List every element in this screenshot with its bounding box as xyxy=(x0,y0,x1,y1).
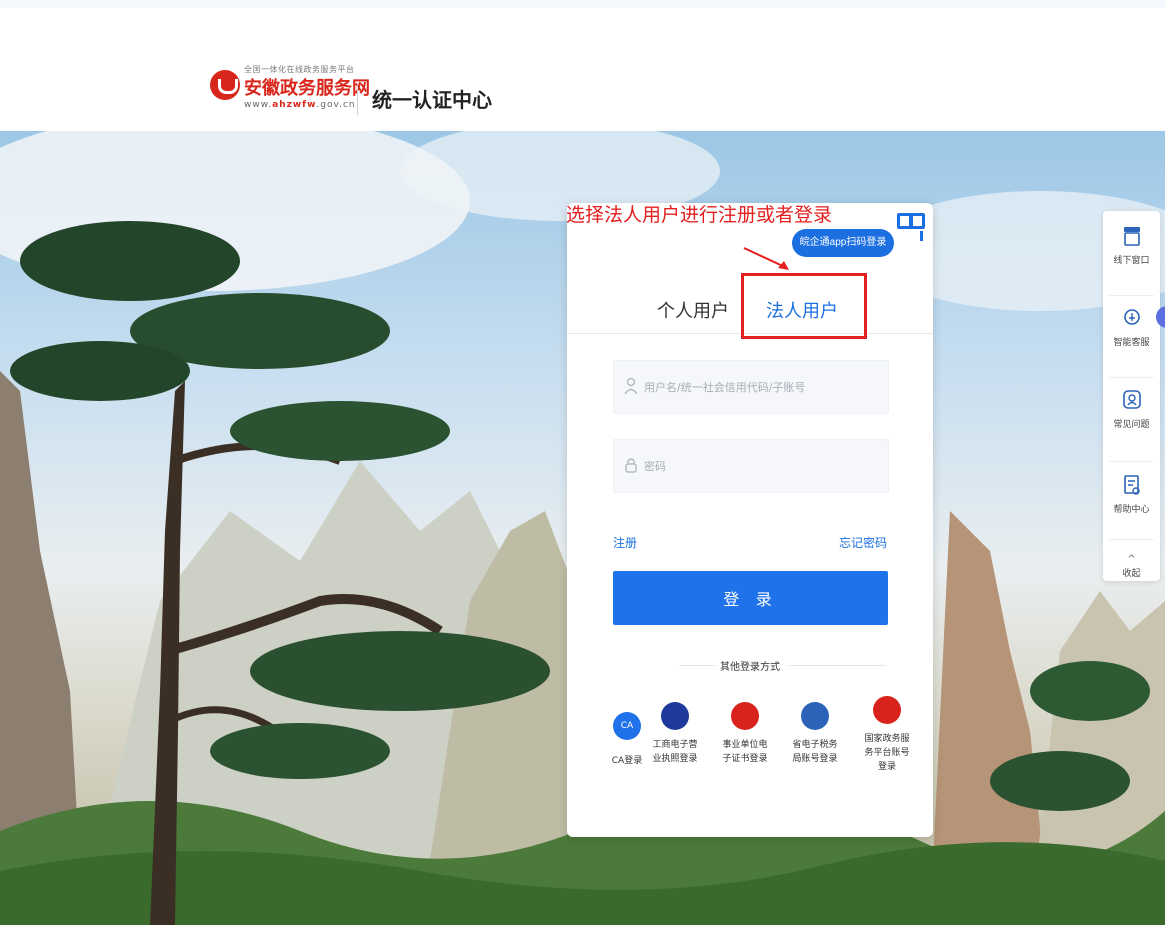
other-login-methods: CA CA登录 工商电子营 业执照登录 事业单位电 子证书登录 省电子税务 局账号登录… xyxy=(597,696,917,806)
sidebar-item-faq[interactable]: 常见问题 xyxy=(1103,389,1160,430)
national-emblem-icon xyxy=(873,696,901,724)
tab-personal-user[interactable]: 个人用户 xyxy=(657,289,729,333)
sidebar-collapse-button[interactable]: ^ 收起 xyxy=(1103,547,1160,580)
sidebar-separator xyxy=(1109,295,1154,296)
temple-icon xyxy=(731,702,759,730)
chevron-up-icon: ^ xyxy=(1127,554,1136,565)
qr-login-button[interactable]: 皖企通app扫码登录 xyxy=(792,229,894,257)
robot-icon xyxy=(1123,309,1140,325)
faq-icon xyxy=(1122,390,1141,409)
sidebar-separator xyxy=(1109,377,1154,378)
ca-icon: CA xyxy=(613,712,641,740)
header-divider xyxy=(357,85,358,115)
sidebar-separator xyxy=(1109,461,1154,462)
tax-emblem-icon xyxy=(801,702,829,730)
password-input[interactable] xyxy=(644,440,880,492)
tax-bureau-login-option[interactable]: 省电子税务 局账号登录 xyxy=(785,696,845,766)
sidebar-separator xyxy=(1109,539,1154,540)
login-button[interactable]: 登 录 xyxy=(613,571,888,625)
method-label: 国家政务服 务平台账号 登录 xyxy=(864,734,910,772)
help-doc-icon xyxy=(1123,475,1140,495)
forgot-password-link[interactable]: 忘记密码 xyxy=(839,534,887,551)
floating-sidebar: 线下窗口 智能客服 常见问题 帮助中心 ^ 收起 xyxy=(1103,211,1160,581)
password-field xyxy=(613,439,889,493)
register-link[interactable]: 注册 xyxy=(613,534,637,551)
method-label: 省电子税务 局账号登录 xyxy=(792,740,838,764)
method-label: 事业单位电 子证书登录 xyxy=(722,740,768,764)
logo-url: www.ahzwfw.gov.cn xyxy=(244,100,356,110)
sidebar-item-offline-window[interactable]: 线下窗口 xyxy=(1103,225,1160,266)
page-header: 全国一体化在线政务服务平台 安徽政务服务网 www.ahzwfw.gov.cn … xyxy=(0,8,1165,131)
sidebar-item-smart-service[interactable]: 智能客服 xyxy=(1103,307,1160,348)
logo-title: 安徽政务服务网 xyxy=(244,78,370,99)
badge-icon xyxy=(661,702,689,730)
username-field xyxy=(613,360,889,414)
site-logo[interactable]: 全国一体化在线政务服务平台 安徽政务服务网 www.ahzwfw.gov.cn xyxy=(210,64,370,124)
annotation-highlight-box xyxy=(741,273,867,339)
store-icon xyxy=(1123,227,1140,246)
institution-cert-login-option[interactable]: 事业单位电 子证书登录 xyxy=(715,696,775,766)
method-label: 工商电子营 业执照登录 xyxy=(652,740,698,764)
anhui-logo-icon xyxy=(210,70,240,100)
qr-code-icon[interactable] xyxy=(897,213,925,241)
user-icon xyxy=(624,377,638,395)
business-license-login-option[interactable]: 工商电子营 业执照登录 xyxy=(645,696,705,766)
national-platform-login-option[interactable]: 国家政务服 务平台账号 登录 xyxy=(857,696,917,774)
divider-right xyxy=(789,665,885,666)
lock-icon xyxy=(625,458,637,473)
annotation-text: 选择法人用户进行注册或者登录 xyxy=(566,204,833,226)
username-input[interactable] xyxy=(644,361,880,413)
sidebar-item-help-center[interactable]: 帮助中心 xyxy=(1103,474,1160,515)
page-title: 统一认证中心 xyxy=(372,88,492,112)
